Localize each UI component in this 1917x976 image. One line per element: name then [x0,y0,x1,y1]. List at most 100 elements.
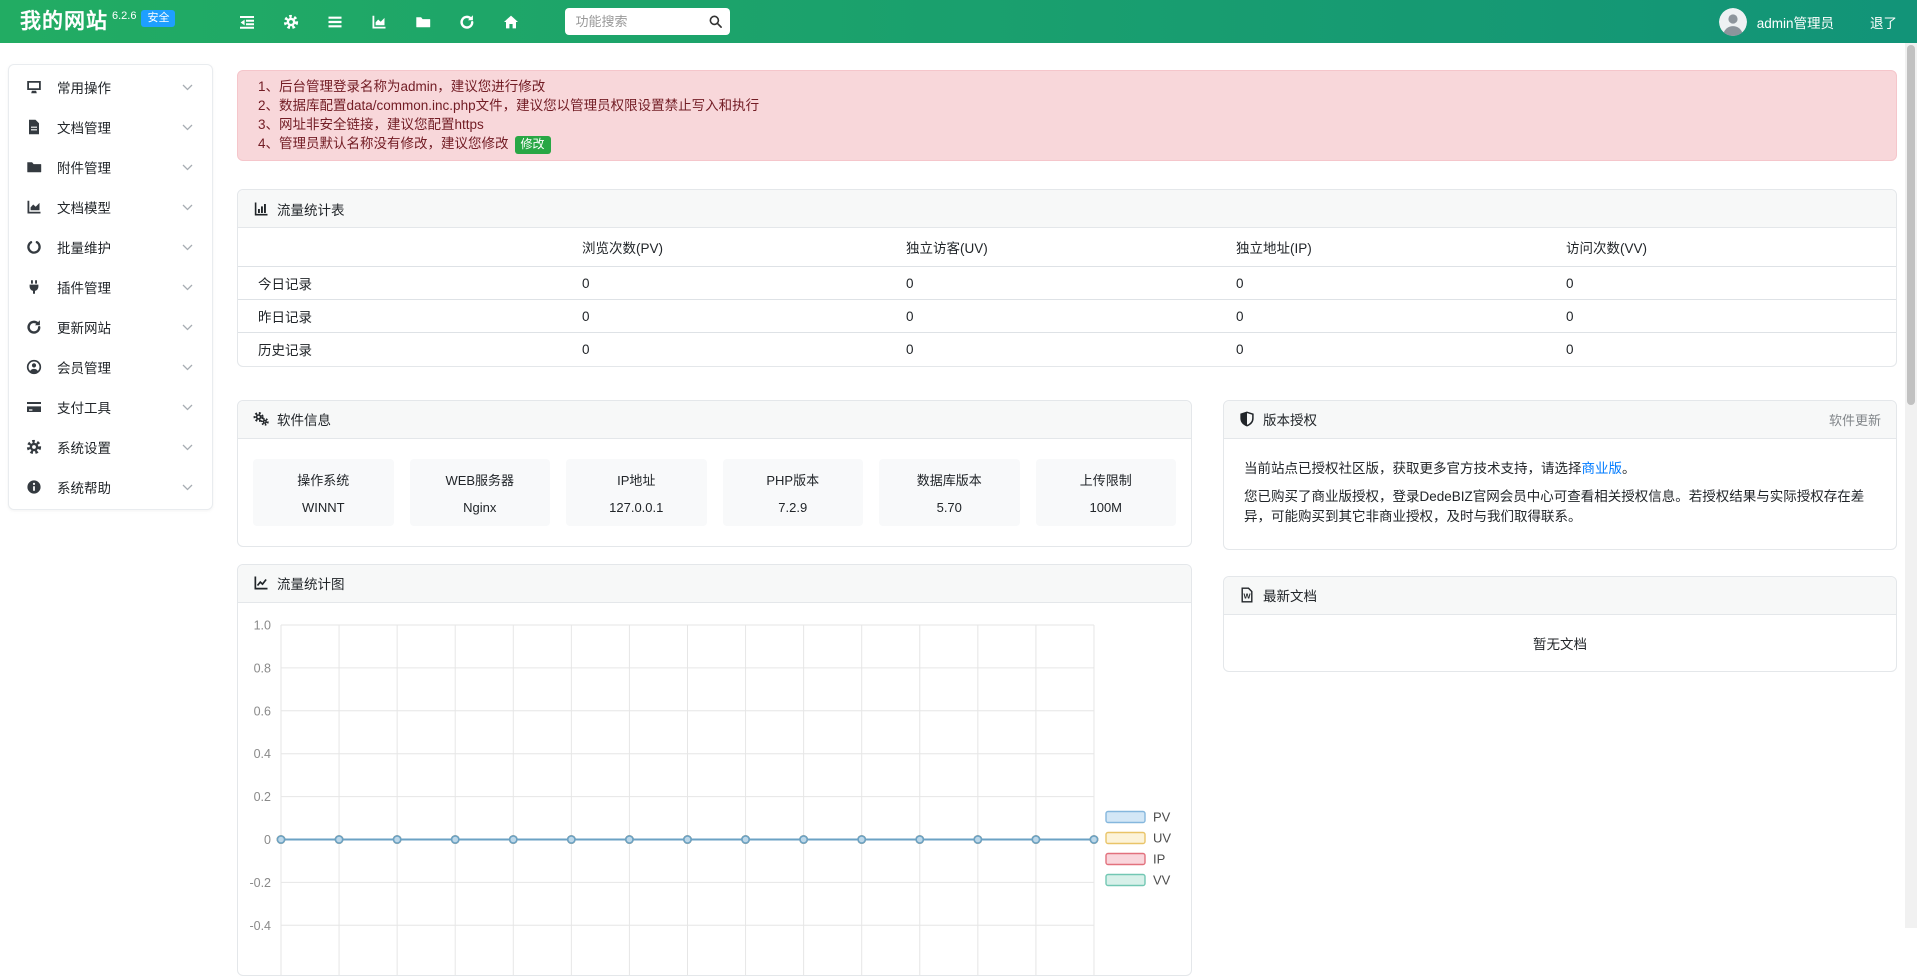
scrollbar-track[interactable] [1905,43,1917,928]
traffic-chart-svg: 1.00.80.60.40.20-0.2-0.4PVUVIPVV [238,603,1191,975]
credit-card-icon [25,399,43,415]
outdent-icon [239,14,255,30]
latest-docs-card: W 最新文档 暂无文档 [1223,576,1897,672]
sidebar-item-label: 常用操作 [57,77,178,97]
commercial-version-link[interactable]: 商业版 [1582,461,1623,476]
traffic-stats-title: 流量统计表 [277,199,345,219]
sidebar-item-label: 文档管理 [57,117,178,137]
traffic-cell: 0 [570,267,894,300]
traffic-row-label: 昨日记录 [238,300,570,333]
license-card-header: 版本授权 软件更新 [1224,401,1896,439]
traffic-col-header: 访问次数(VV) [1554,228,1896,267]
avatar[interactable] [1719,8,1747,36]
navbar: 我的网站 6.2.6 安全 admin管理员 退了 [0,0,1917,43]
license-paragraph-2: 您已购买了商业版授权，登录DedeBIZ官网会员中心可查看相关授权信息。若授权结… [1244,487,1876,527]
software-info-value: 7.2.9 [729,500,858,515]
sidebar-item-label: 会员管理 [57,357,178,377]
traffic-cell: 0 [570,333,894,366]
chevron-down-icon [178,364,196,371]
sidebar-item-system-help[interactable]: 系统帮助 [9,467,212,507]
software-info-card-header: 软件信息 [238,401,1191,439]
sidebar-item-plugin-management[interactable]: 插件管理 [9,267,212,307]
table-row: 历史记录0000 [238,333,1896,366]
traffic-chart-title: 流量统计图 [277,573,345,593]
stats-button[interactable] [357,0,401,43]
scrollbar-thumb[interactable] [1907,45,1915,405]
sidebar-item-batch-maintenance[interactable]: 批量维护 [9,227,212,267]
software-info-value: 5.70 [885,500,1014,515]
sidebar-item-update-site[interactable]: 更新网站 [9,307,212,347]
search-icon[interactable] [708,14,723,29]
legend-label: UV [1153,830,1171,845]
software-info-box: WEB服务器Nginx [410,459,551,526]
traffic-cell: 0 [894,267,1224,300]
bar-chart-icon [253,201,269,217]
fix-admin-name-button[interactable]: 修改 [515,136,551,154]
alert-line: 2、数据库配置data/common.inc.php文件，建议您以管理员权限设置… [258,96,1876,115]
right-column: 版本授权 软件更新 当前站点已授权社区版，获取更多官方技术支持，请选择商业版。 … [1223,400,1897,672]
traffic-col-empty [238,228,570,267]
chevron-down-icon [178,84,196,91]
person-icon [1719,8,1747,36]
software-info-label: 数据库版本 [885,470,1014,489]
sidebar-item-member-management[interactable]: 会员管理 [9,347,212,387]
bars-icon [327,14,343,30]
license-body: 当前站点已授权社区版，获取更多官方技术支持，请选择商业版。 您已购买了商业版授权… [1224,439,1896,549]
legend-label: VV [1153,872,1171,887]
plug-icon [25,279,43,295]
search-input[interactable] [565,8,730,35]
sidebar-item-document-models[interactable]: 文档模型 [9,187,212,227]
software-info-value: Nginx [416,500,545,515]
desktop-icon [25,79,43,95]
y-axis-tick-label: 0 [264,833,271,847]
alert-line-text: 2、数据库配置data/common.inc.php文件，建议您以管理员权限设置… [258,98,759,113]
menu-list-button[interactable] [313,0,357,43]
security-badge[interactable]: 安全 [141,10,175,27]
folder-icon [415,14,431,30]
software-update-link[interactable]: 软件更新 [1829,410,1881,429]
home-icon [503,14,519,30]
folder-icon [25,159,43,175]
brand-title[interactable]: 我的网站 [20,9,108,35]
traffic-cell: 0 [1554,300,1896,333]
software-info-label: 上传限制 [1042,470,1171,489]
legend-label: IP [1153,851,1165,866]
logout-button[interactable]: 退了 [1870,12,1897,32]
svg-text:W: W [1243,592,1251,601]
alert-line: 3、网址非安全链接，建议您配置https [258,115,1876,134]
sidebar-item-label: 系统设置 [57,437,178,457]
software-info-body: 操作系统WINNTWEB服务器NginxIP地址127.0.0.1PHP版本7.… [238,439,1191,546]
sidebar-item-common-operations[interactable]: 常用操作 [9,67,212,107]
cogs-icon [253,411,269,427]
y-axis-tick-label: 1.0 [254,618,271,632]
brand[interactable]: 我的网站 6.2.6 安全 [20,9,175,35]
username-label[interactable]: admin管理员 [1757,12,1834,32]
collapse-sidebar-button[interactable] [225,0,269,43]
table-row: 昨日记录0000 [238,300,1896,333]
chevron-down-icon [178,404,196,411]
sidebar-item-attachment-management[interactable]: 附件管理 [9,147,212,187]
y-axis-tick-label: 0.2 [254,790,271,804]
traffic-col-header: 独立地址(IP) [1224,228,1554,267]
sidebar-item-payment-tools[interactable]: 支付工具 [9,387,212,427]
license-text: 。 [1622,461,1636,476]
refresh-icon [459,14,475,30]
refresh-button[interactable] [445,0,489,43]
traffic-cell: 0 [894,300,1224,333]
traffic-chart-card: 流量统计图 1.00.80.60.40.20-0.2-0.4PVUVIPVV [237,564,1192,976]
sidebar-item-label: 附件管理 [57,157,178,177]
software-info-card: 软件信息 操作系统WINNTWEB服务器NginxIP地址127.0.0.1PH… [237,400,1192,547]
search-box [565,8,730,35]
chevron-down-icon [178,124,196,131]
chart-area-icon [371,14,387,30]
home-button[interactable] [489,0,533,43]
files-button[interactable] [401,0,445,43]
software-info-label: PHP版本 [729,470,858,489]
latest-docs-empty: 暂无文档 [1224,615,1896,671]
sidebar-item-system-settings[interactable]: 系统设置 [9,427,212,467]
security-alert: 1、后台管理登录名称为admin，建议您进行修改2、数据库配置data/comm… [237,70,1897,161]
settings-button[interactable] [269,0,313,43]
software-info-title: 软件信息 [277,409,331,429]
left-column: 软件信息 操作系统WINNTWEB服务器NginxIP地址127.0.0.1PH… [237,400,1192,976]
sidebar-item-document-management[interactable]: 文档管理 [9,107,212,147]
